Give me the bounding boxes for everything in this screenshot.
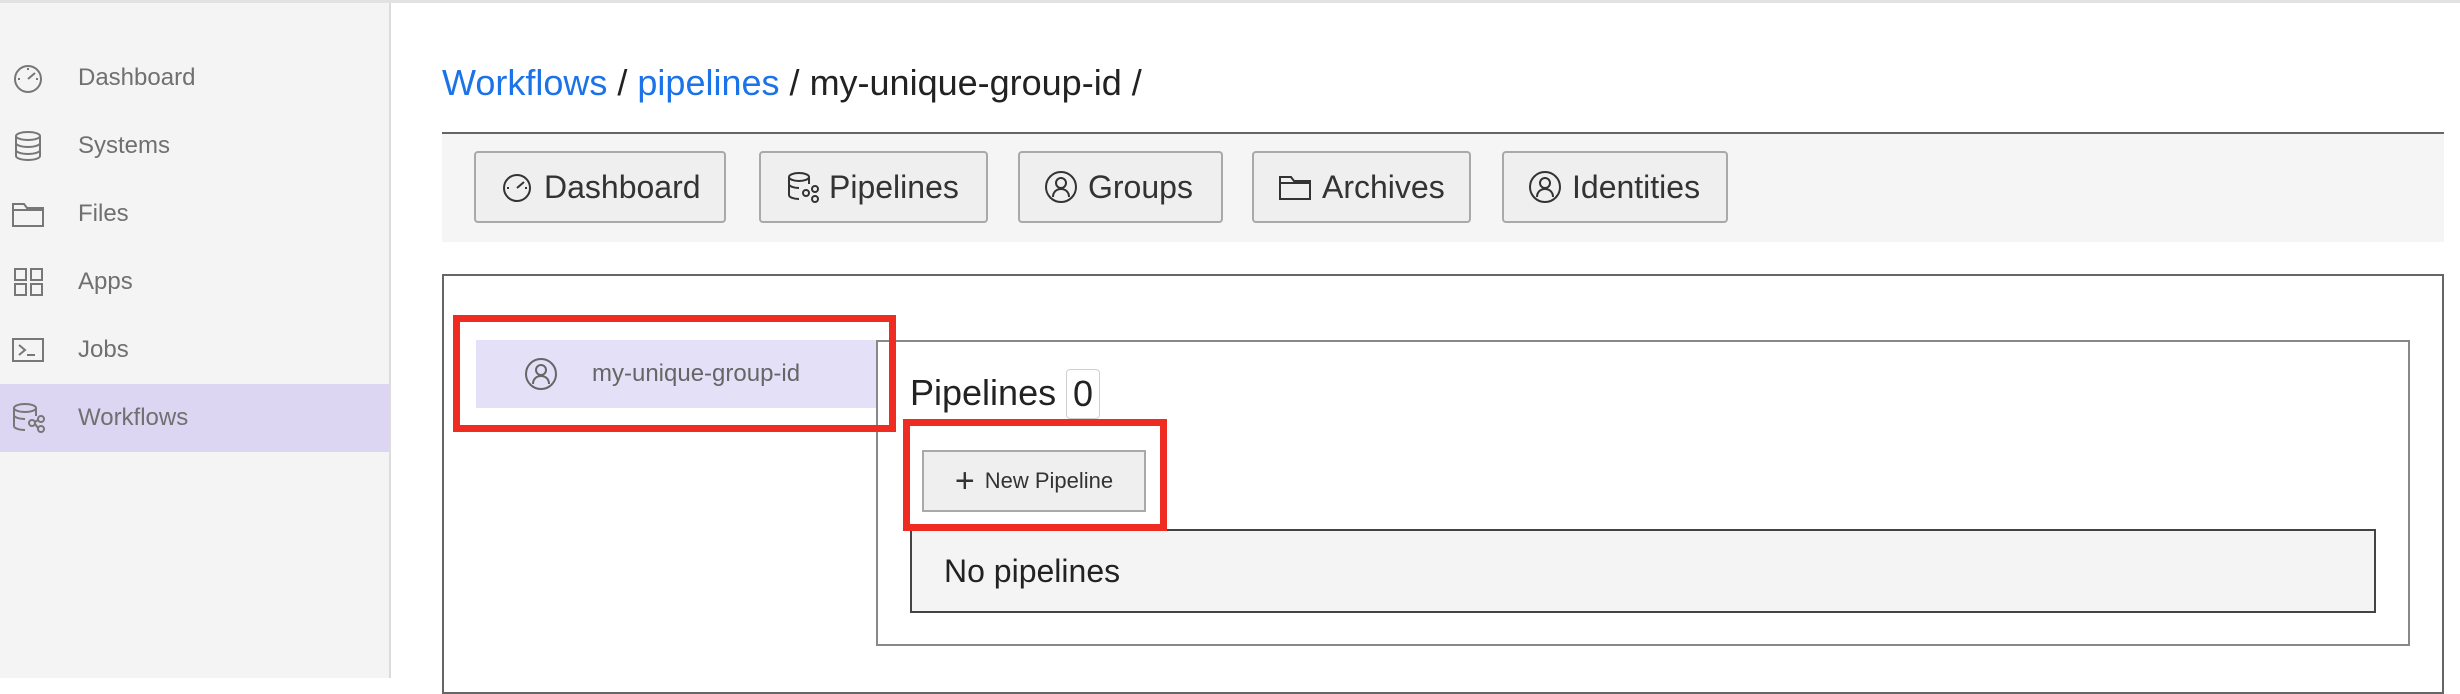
toolbar-dashboard-button[interactable]: Dashboard [474,151,726,223]
sidebar-item-label: Apps [78,268,133,295]
terminal-icon [10,334,46,366]
toolbar-groups-button[interactable]: Groups [1018,151,1223,223]
toolbar-pipelines-button[interactable]: Pipelines [759,151,988,223]
new-pipeline-button[interactable]: + New Pipeline [922,450,1146,512]
sidebar-item-jobs[interactable]: Jobs [0,316,389,384]
toolbar-button-label: Archives [1322,168,1445,205]
workflow-icon [788,172,819,203]
group-item-label: my-unique-group-id [592,360,801,387]
database-icon [10,130,46,162]
user-circle-icon [1045,171,1077,203]
sidebar-item-label: Workflows [78,404,189,431]
workflow-icon [10,402,46,434]
user-circle-icon [525,358,557,390]
workflows-toolbar: Dashboard Pipelines Groups Archives Iden… [442,134,2444,242]
breadcrumb-pipelines-link[interactable]: pipelines [637,62,779,103]
toolbar-button-label: Groups [1088,168,1193,205]
new-pipeline-label: New Pipeline [984,468,1114,493]
toolbar-archives-button[interactable]: Archives [1252,151,1471,223]
sidebar-item-label: Systems [78,132,171,159]
empty-message: No pipelines [944,552,1121,589]
gauge-icon [10,62,46,94]
breadcrumb-separator: / [1131,62,1142,103]
toolbar-button-label: Dashboard [544,168,701,205]
sidebar: Dashboard Systems Files Apps Jobs Workfl… [0,3,391,678]
breadcrumb-current-group: my-unique-group-id [809,62,1122,103]
pipelines-empty-state: No pipelines [910,529,2376,613]
breadcrumb-separator: / [617,62,628,103]
sidebar-item-workflows[interactable]: Workflows [0,384,389,452]
folder-icon [1279,176,1311,200]
sidebar-item-label: Files [78,200,129,227]
group-list-item[interactable]: my-unique-group-id [476,340,876,408]
breadcrumb-separator: / [789,62,800,103]
sidebar-item-apps[interactable]: Apps [0,248,389,316]
toolbar-identities-button[interactable]: Identities [1502,151,1728,223]
gauge-icon [503,174,531,202]
pipelines-count-badge: 0 [1066,369,1101,419]
toolbar-button-label: Identities [1572,168,1701,205]
plus-icon: + [954,462,975,500]
folder-icon [10,198,46,230]
sidebar-item-systems[interactable]: Systems [0,112,389,180]
sidebar-item-dashboard[interactable]: Dashboard [0,44,389,112]
user-circle-icon [1529,171,1561,203]
toolbar-button-label: Pipelines [829,168,959,205]
pipelines-heading: Pipelines [910,372,1057,413]
breadcrumb: Workflows / pipelines / my-unique-group-… [442,62,1142,104]
sidebar-item-label: Dashboard [78,64,196,91]
breadcrumb-workflows-link[interactable]: Workflows [442,62,607,103]
sidebar-item-label: Jobs [78,336,129,363]
grid-icon [10,266,46,298]
sidebar-item-files[interactable]: Files [0,180,389,248]
